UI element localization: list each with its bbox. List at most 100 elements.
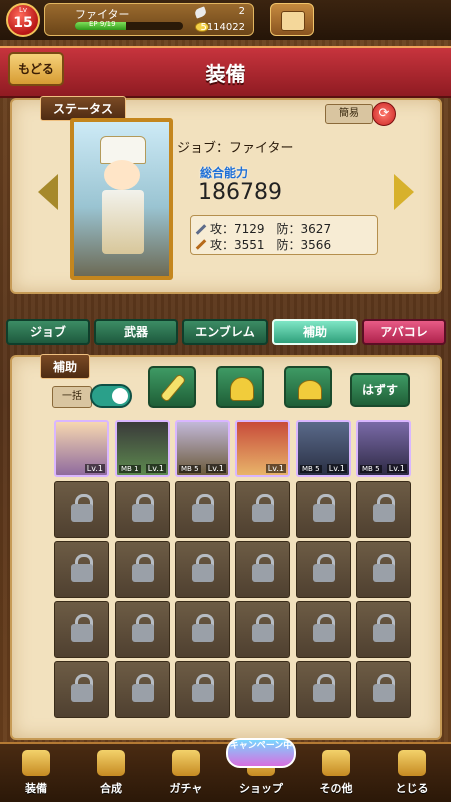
nav-other-icon [322, 750, 350, 776]
lock-icon [71, 564, 93, 582]
nav-close-icon [398, 750, 426, 776]
support-section-label: 補助 [40, 354, 91, 379]
prev-character-arrow-icon[interactable] [38, 174, 58, 210]
nav-fusion-button[interactable]: 合成 [83, 748, 139, 798]
locked-slot[interactable] [296, 661, 351, 718]
locked-slot[interactable] [235, 481, 290, 538]
locked-slot[interactable] [235, 661, 290, 718]
locked-slot[interactable] [115, 481, 170, 538]
nav-other-label: その他 [319, 782, 353, 795]
tab-weapon[interactable]: 武器 [94, 319, 178, 345]
locked-slot[interactable] [296, 601, 351, 658]
lock-icon [252, 624, 274, 642]
character-body [102, 190, 144, 254]
bulk-label: 一括 [52, 386, 92, 408]
support-item-slot[interactable]: Lv.1 [235, 420, 290, 477]
lock-icon [132, 684, 154, 702]
tab-emblem[interactable]: エンブレム [182, 319, 268, 345]
toggle-knob [112, 388, 128, 404]
page-title: 装備 [205, 62, 246, 86]
locked-slot[interactable] [356, 661, 411, 718]
level-badge: Lv 15 [6, 3, 40, 37]
book-icon [281, 11, 305, 31]
locked-slot[interactable] [175, 541, 230, 598]
lock-icon [132, 504, 154, 522]
gold-count: 5114022 [200, 22, 245, 33]
player-stat-box: ファイター EP 9/19 2 5114022 [44, 3, 254, 36]
nav-equip-icon [22, 750, 50, 776]
item-level: Lv.1 [386, 464, 407, 473]
nav-fusion-label: 合成 [100, 782, 122, 795]
lock-icon [71, 504, 93, 522]
locked-slot[interactable] [115, 541, 170, 598]
lock-icon [313, 564, 335, 582]
locked-slot[interactable] [175, 601, 230, 658]
nav-gacha-button[interactable]: ガチャ [158, 748, 214, 798]
lock-icon [252, 504, 274, 522]
armor-filter-icon [230, 377, 254, 401]
support-item-slot[interactable]: Lv.1 [54, 420, 109, 477]
lock-icon [252, 684, 274, 702]
mb-tag: MB 5 [300, 465, 322, 473]
locked-slot[interactable] [356, 601, 411, 658]
physical-stats: 攻：7129 防：3627 [210, 222, 332, 236]
lock-icon [252, 564, 274, 582]
filter-helmet-button[interactable] [284, 366, 332, 408]
bulk-toggle[interactable] [90, 384, 132, 408]
locked-slot[interactable] [54, 481, 109, 538]
campaign-badge[interactable]: キャンペーン中 [226, 738, 296, 768]
item-level: Lv.1 [265, 464, 286, 473]
locked-slot[interactable] [296, 481, 351, 538]
level-prefix: Lv [18, 6, 28, 14]
nav-fusion-icon [97, 750, 125, 776]
lock-icon [373, 564, 395, 582]
nav-other-button[interactable]: その他 [308, 748, 364, 798]
nav-equip-button[interactable]: 装備 [8, 748, 64, 798]
locked-slot[interactable] [356, 481, 411, 538]
tab-support[interactable]: 補助 [272, 319, 358, 345]
remove-button[interactable]: はずす [350, 373, 410, 407]
nav-equip-label: 装備 [25, 782, 47, 795]
locked-slot[interactable] [54, 541, 109, 598]
support-item-slot[interactable]: MB 5 Lv.1 [296, 420, 351, 477]
support-item-slot[interactable]: MB 5 Lv.1 [175, 420, 230, 477]
lock-icon [313, 624, 335, 642]
lock-icon [373, 624, 395, 642]
tab-job[interactable]: ジョブ [6, 319, 90, 345]
locked-slot[interactable] [115, 661, 170, 718]
job-line: ジョブ：ファイター [177, 141, 294, 156]
locked-slot[interactable] [54, 601, 109, 658]
item-level: Lv.1 [205, 464, 226, 473]
locked-slot[interactable] [115, 601, 170, 658]
support-item-slot[interactable]: MB 5 Lv.1 [356, 420, 411, 477]
refresh-icon[interactable]: ⟳ [372, 102, 396, 126]
mb-tag: MB 5 [360, 465, 382, 473]
locked-slot[interactable] [175, 481, 230, 538]
lock-icon [192, 684, 214, 702]
character-face [104, 160, 140, 190]
locked-slot[interactable] [235, 541, 290, 598]
nav-close-label: とじる [395, 782, 429, 795]
item-level: Lv.1 [145, 464, 166, 473]
magic-stats: 攻：3551 防：3566 [210, 238, 332, 252]
menu-book-button[interactable] [270, 3, 314, 36]
mb-tag: MB 5 [179, 465, 201, 473]
stone-icon [193, 6, 208, 19]
nav-close-button[interactable]: とじる [384, 748, 440, 798]
lock-icon [192, 504, 214, 522]
filter-weapon-button[interactable] [148, 366, 196, 408]
locked-slot[interactable] [175, 661, 230, 718]
lock-icon [313, 504, 335, 522]
lock-icon [71, 624, 93, 642]
lock-icon [132, 624, 154, 642]
item-level: Lv.1 [326, 464, 347, 473]
mb-tag: MB 1 [119, 465, 141, 473]
filter-armor-button[interactable] [216, 366, 264, 408]
next-character-arrow-icon[interactable] [394, 174, 414, 210]
locked-slot[interactable] [356, 541, 411, 598]
support-item-slot[interactable]: MB 1 Lv.1 [115, 420, 170, 477]
tab-avacolle[interactable]: アバコレ [362, 319, 446, 345]
locked-slot[interactable] [296, 541, 351, 598]
locked-slot[interactable] [54, 661, 109, 718]
locked-slot[interactable] [235, 601, 290, 658]
